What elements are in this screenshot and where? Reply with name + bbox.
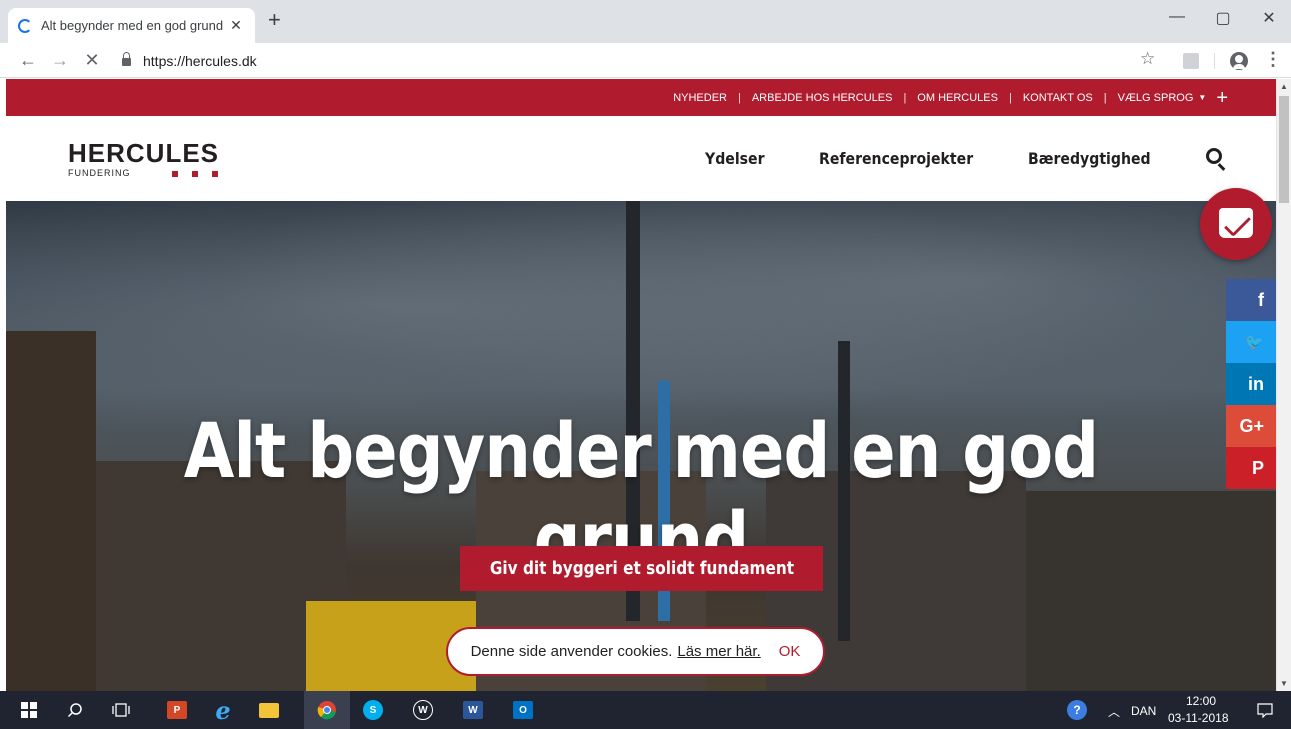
google-plus-icon: G+	[1239, 415, 1264, 436]
site-header: HERCULES FUNDERING Ydelser Referenceproj…	[6, 116, 1276, 201]
facebook-icon: f	[1258, 289, 1264, 310]
hero-cta-label: Giv dit byggeri et solidt fundament	[489, 558, 794, 579]
windows-taskbar: P e S W W O ? ︿ DAN 12:00 03-11-2018	[0, 691, 1291, 729]
utility-link-contact[interactable]: KONTAKT OS	[1023, 92, 1093, 104]
pinterest-icon: P	[1251, 457, 1264, 478]
notifications-icon	[1257, 702, 1273, 718]
browser-toolbar: ← → ✕ https://hercules.dk ☆ ⋮	[0, 43, 1291, 78]
stop-loading-button[interactable]: ✕	[80, 49, 104, 71]
tab-close-icon[interactable]: ✕	[227, 17, 245, 34]
hercules-logo[interactable]: HERCULES FUNDERING	[68, 140, 219, 178]
cookie-ok-button[interactable]: OK	[779, 643, 801, 660]
nav-item-services[interactable]: Ydelser	[705, 149, 765, 168]
browser-tabstrip: Alt begynder med en god grund ✕ + — ▢ ✕	[0, 0, 1291, 43]
scrollbar-thumb[interactable]	[1279, 96, 1289, 203]
new-tab-button[interactable]: +	[268, 9, 281, 31]
loading-spinner-icon	[18, 18, 32, 33]
utility-separator: |	[1008, 91, 1012, 104]
scroll-up-icon[interactable]: ▲	[1280, 82, 1288, 91]
hero-building-left	[6, 331, 96, 691]
logo-squares-icon	[172, 171, 218, 177]
word-icon: W	[463, 701, 483, 719]
search-icon	[67, 703, 82, 718]
minimize-button[interactable]: —	[1154, 8, 1200, 26]
outlook-icon: O	[513, 701, 533, 719]
twitter-icon: 🐦	[1245, 334, 1264, 351]
nav-item-references[interactable]: Referenceprojekter	[819, 149, 973, 168]
bookmark-star-icon[interactable]: ☆	[1140, 49, 1155, 69]
clock-time[interactable]: 12:00	[1186, 694, 1216, 708]
taskbar-app-w[interactable]: W	[400, 691, 446, 729]
chevron-down-icon[interactable]: ▼	[1198, 93, 1206, 102]
action-center-button[interactable]	[1245, 691, 1285, 729]
utility-separator: |	[1103, 91, 1107, 104]
cookie-read-more-link[interactable]: Läs mer här.	[677, 643, 760, 660]
browser-tab[interactable]: Alt begynder med en god grund ✕	[8, 8, 255, 43]
start-button[interactable]	[6, 691, 52, 729]
utility-separator: |	[903, 91, 907, 104]
powerpoint-icon: P	[167, 701, 187, 719]
utility-link-about[interactable]: OM HERCULES	[917, 92, 998, 104]
hero-banner: Alt begynder med en god grund Giv dit by…	[6, 201, 1276, 691]
close-window-button[interactable]: ✕	[1246, 8, 1291, 28]
chrome-icon	[317, 701, 336, 720]
account-icon[interactable]	[1230, 52, 1248, 70]
task-view-icon	[112, 703, 130, 717]
scroll-down-icon[interactable]: ▼	[1280, 679, 1288, 688]
help-icon: ?	[1067, 700, 1087, 720]
extension-icon[interactable]	[1183, 53, 1199, 69]
envelope-icon	[1219, 208, 1253, 238]
pinterest-share-button[interactable]: P	[1226, 447, 1276, 489]
taskbar-outlook[interactable]: O	[500, 691, 546, 729]
help-tray-button[interactable]: ?	[1062, 691, 1092, 729]
twitter-share-button[interactable]: 🐦	[1226, 321, 1276, 363]
skype-icon: S	[363, 700, 383, 720]
browser-menu-icon[interactable]: ⋮	[1264, 49, 1282, 70]
utility-link-news[interactable]: NYHEDER	[673, 92, 727, 104]
w-app-icon: W	[413, 700, 433, 720]
nav-item-sustainability[interactable]: Bæredygtighed	[1028, 149, 1151, 168]
forward-button[interactable]: →	[48, 49, 72, 71]
page-scrollbar[interactable]: ▲ ▼	[1276, 79, 1291, 691]
cookie-text: Denne side anvender cookies.	[470, 643, 673, 660]
taskbar-internet-explorer[interactable]: e	[200, 691, 246, 729]
task-view-button[interactable]	[98, 691, 144, 729]
taskbar-word[interactable]: W	[450, 691, 496, 729]
windows-logo-icon	[21, 702, 37, 718]
utility-bar: NYHEDER | ARBEJDE HOS HERCULES | OM HERC…	[6, 79, 1276, 116]
tray-expand-icon[interactable]: ︿	[1108, 703, 1120, 720]
linkedin-share-button[interactable]: in	[1226, 363, 1276, 405]
logo-wordmark: HERCULES	[68, 138, 220, 168]
utility-link-careers[interactable]: ARBEJDE HOS HERCULES	[752, 92, 893, 104]
tab-title: Alt begynder med en god grund	[41, 18, 224, 33]
lock-icon	[122, 52, 131, 66]
utility-separator: |	[737, 91, 741, 104]
facebook-share-button[interactable]: f	[1226, 279, 1276, 321]
toolbar-divider	[1214, 53, 1215, 69]
taskbar-file-explorer[interactable]	[246, 691, 292, 729]
internet-explorer-icon: e	[215, 695, 231, 725]
taskbar-search-button[interactable]	[52, 691, 98, 729]
clock-date[interactable]: 03-11-2018	[1168, 711, 1229, 725]
taskbar-powerpoint[interactable]: P	[154, 691, 200, 729]
contact-mail-button[interactable]	[1200, 188, 1272, 260]
linkedin-icon: in	[1248, 373, 1264, 394]
url-text: https://hercules.dk	[143, 52, 257, 69]
page-viewport: NYHEDER | ARBEJDE HOS HERCULES | OM HERC…	[0, 79, 1291, 691]
maximize-button[interactable]: ▢	[1200, 8, 1246, 28]
language-indicator[interactable]: DAN	[1131, 704, 1156, 718]
hero-cta-button[interactable]: Giv dit byggeri et solidt fundament	[460, 546, 823, 591]
taskbar-skype[interactable]: S	[350, 691, 396, 729]
taskbar-chrome[interactable]	[304, 691, 350, 729]
cookie-banner: Denne side anvender cookies. Läs mer här…	[446, 627, 825, 676]
address-bar[interactable]: https://hercules.dk	[112, 47, 1172, 74]
google-plus-share-button[interactable]: G+	[1226, 405, 1276, 447]
file-explorer-icon	[259, 702, 279, 718]
language-selector[interactable]: VÆLG SPROG	[1118, 92, 1194, 104]
back-button[interactable]: ←	[16, 49, 40, 71]
expand-plus-icon[interactable]: +	[1216, 88, 1228, 108]
search-icon[interactable]	[1206, 148, 1222, 164]
